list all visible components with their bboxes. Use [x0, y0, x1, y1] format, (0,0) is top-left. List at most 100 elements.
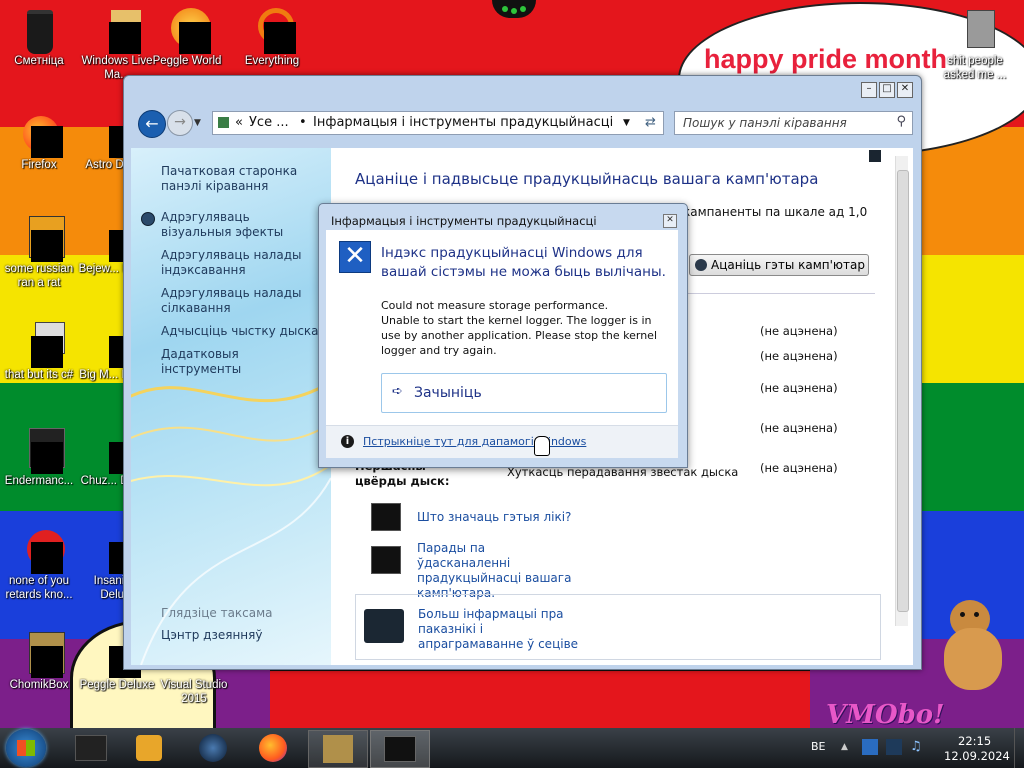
score-value: (не ацэнена) [760, 324, 838, 338]
desktop-icon-label: Everything [244, 55, 300, 67]
language-indicator[interactable]: BE [811, 740, 826, 753]
desktop-icon-label: Peggle Deluxe [79, 679, 155, 691]
desktop-icon-label: Сметніца [14, 55, 64, 67]
desktop-icon-firefox[interactable]: Firefox [0, 110, 79, 172]
breadcrumb-root[interactable]: Усе ... [249, 115, 289, 130]
desktop-icon-label: Firefox [21, 159, 57, 171]
taskbar: BE ▲ ♫ 22:15 12.09.2024 [0, 728, 1024, 768]
folder-icon [967, 10, 995, 48]
address-dropdown-icon[interactable]: ▼ [623, 118, 630, 128]
desktop-icon-shit-people[interactable]: shit people asked me ... [940, 6, 1010, 82]
desktop-icon-chomikbox[interactable]: ChomikBox [0, 630, 79, 692]
desktop-icon-none-of-you[interactable]: none of you retards kno... [0, 526, 79, 602]
media-player-icon [136, 735, 162, 761]
link-what-numbers-mean[interactable]: Што значаць гэтыя лікі? [417, 510, 571, 525]
desktop-icon-label: shit people asked me ... [943, 55, 1007, 81]
start-button[interactable] [6, 729, 46, 767]
nav-advanced-tools[interactable]: Дадатковыя інструменты [161, 347, 321, 377]
monitor-icon [371, 546, 401, 574]
dialog-footer: i Пстрыкніце тут для дапамогі Windows [326, 425, 678, 458]
nav-disk-cleanup[interactable]: Адчысціць чыстку дыска [161, 324, 321, 339]
taskbar-item-media-center[interactable] [186, 730, 240, 766]
close-dialog-label: Зачыніць [414, 385, 482, 401]
maximize-icon[interactable]: □ [879, 82, 895, 98]
nav-action-center[interactable]: Цэнтр дзеянняў [161, 628, 321, 643]
breadcrumb-current[interactable]: Інфармацыя і інструменты прадукцыйнасці [313, 115, 613, 130]
desktop-icon-endermanch[interactable]: Endermanc... [0, 426, 79, 488]
desktop-icon-some-russian[interactable]: some russian ran a rat [0, 214, 79, 290]
desktop-icon-recycle-bin[interactable]: Сметніца [0, 6, 79, 68]
forward-button[interactable]: → [167, 110, 193, 136]
nav-power[interactable]: Адрэгуляваць налады сілкавання [161, 286, 321, 316]
arrow-icon: ➪ [392, 384, 403, 399]
breadcrumb-sep: • [299, 115, 307, 130]
software-icon [364, 609, 404, 643]
taskbar-item-media-player[interactable] [122, 730, 176, 766]
performance-icon [384, 736, 416, 762]
close-icon[interactable]: ✕ [897, 82, 913, 98]
trash-icon [27, 10, 53, 54]
desktop-icon-label: some russian ran a rat [4, 263, 74, 289]
nav-visual-effects[interactable]: Адрэгуляваць візуальныя эфекты [161, 210, 321, 240]
help-icon[interactable] [869, 150, 881, 162]
chomikbox-icon [323, 735, 353, 763]
desktop-icon-label: Peggle World [152, 55, 222, 67]
desktop-icon-label: Endermanc... [4, 475, 74, 487]
desktop-icon-everything[interactable]: Everything [232, 6, 312, 68]
shield-icon [695, 259, 707, 271]
desktop-icon-label: ChomikBox [9, 679, 69, 691]
desktop-icon-label: that but its c# [4, 369, 74, 381]
taskbar-item-chomikbox[interactable] [308, 730, 368, 768]
error-dialog: Інфармацыя і інструменты прадукцыйнасці … [318, 203, 688, 468]
taskbar-item-explorer[interactable] [64, 730, 118, 766]
tray-icon-1[interactable] [862, 739, 878, 755]
taskbar-item-firefox[interactable] [246, 730, 300, 766]
dialog-title: Інфармацыя і інструменты прадукцыйнасці [331, 214, 597, 228]
nav-control-panel-home[interactable]: Пачатковая старонка панэлі кіравання [161, 164, 321, 194]
volume-icon[interactable]: ♫ [910, 739, 926, 755]
search-input[interactable]: Пошук у панэлі кіравання [683, 116, 847, 130]
clock-time[interactable]: 22:15 [958, 734, 991, 748]
info-icon: i [341, 435, 354, 448]
dialog-close-icon[interactable]: ✕ [663, 214, 677, 228]
scrollbar-thumb[interactable] [897, 170, 909, 612]
desktop-icon-that-but[interactable]: that but its c# [0, 320, 79, 382]
firefox-icon [259, 734, 287, 762]
help-link[interactable]: Пстрыкніце тут для дапамогі Windows [363, 435, 586, 448]
history-dropdown-icon[interactable]: ▼ [194, 118, 201, 128]
link-more-info[interactable]: Больш інфармацыі пра паказнікі і апрагра… [418, 607, 588, 652]
main-instruction: Індэкс прадукцыйнасці Windows для вашай … [381, 245, 666, 280]
clock-date[interactable]: 12.09.2024 [944, 749, 1010, 763]
close-dialog-button[interactable]: ➪ Зачыніць [381, 373, 667, 413]
search-box[interactable]: Пошук у панэлі кіравання ⚲ [674, 111, 913, 135]
address-bar-area: ← → ▼ « Усе ... • Інфармацыя і інструмен… [134, 104, 913, 140]
taskbar-item-performance[interactable] [370, 730, 430, 768]
nav-indexing[interactable]: Адрэгуляваць налады індэксавання [161, 248, 321, 278]
folder-icon [75, 735, 107, 761]
rate-computer-button[interactable]: Ацаніць гэты камп'ютар [689, 254, 869, 276]
partial-description: кампаненты па шкале ад 1,0 [683, 205, 868, 219]
media-center-icon [199, 734, 227, 762]
desktop-icon-peggle-world[interactable]: Peggle World [147, 6, 227, 68]
rate-computer-label: Ацаніць гэты камп'ютар [711, 258, 865, 272]
minimize-icon[interactable]: – [861, 82, 877, 98]
desktop-icon-windows-live[interactable]: Windows Live Ma... [77, 6, 157, 82]
score-value: (не ацэнена) [760, 349, 838, 363]
see-also-label: Глядзіце таксама [161, 606, 273, 620]
score-value: (не ацэнена) [760, 421, 838, 435]
pride-text: happy pride month [704, 44, 947, 74]
search-icon[interactable]: ⚲ [896, 114, 906, 129]
desktop-icon-label: Visual Studio 2015 [160, 679, 228, 705]
breadcrumb-chevron: « [235, 115, 243, 130]
show-hidden-icons[interactable]: ▲ [841, 742, 848, 752]
address-bar[interactable]: « Усе ... • Інфармацыя і інструменты пра… [212, 111, 664, 135]
window-caption-buttons: – □ ✕ [861, 82, 913, 98]
link-improve-tips[interactable]: Парады па ўдасканаленні прадукцыйнасці в… [417, 541, 577, 601]
scrollbar[interactable] [895, 156, 909, 626]
refresh-icon[interactable]: ⇄ [645, 115, 656, 130]
divider [683, 293, 875, 294]
tray-icon-2[interactable] [886, 739, 902, 755]
score-value: (не ацэнена) [760, 381, 838, 395]
show-desktop-button[interactable] [1014, 728, 1024, 768]
back-button[interactable]: ← [138, 110, 166, 138]
